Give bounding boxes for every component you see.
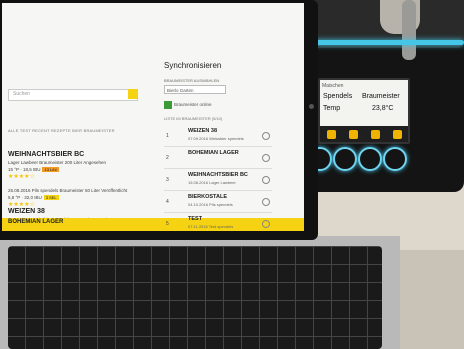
menu-icon[interactable] (392, 129, 402, 139)
row-meta: 04.10.2016 Pils spendels (188, 202, 233, 207)
list-item[interactable]: 25.08.2016 Pils spendels Braumeister 50 … (8, 186, 148, 208)
row-name: WEIZEN 38 (188, 128, 218, 134)
display-header: Maischen (322, 83, 344, 89)
row-number: 3 (166, 177, 169, 183)
display-icon-bar (320, 126, 408, 142)
list-item[interactable]: BOHEMIAN LAGER (8, 219, 148, 225)
sync-row[interactable]: 3 WEIHNACHTSBIER BC 15.08.2016 Lager Law… (164, 170, 272, 191)
delete-icon[interactable] (262, 132, 270, 140)
row-meta: 07.11.2016 Test spendels (188, 224, 234, 229)
recipe-stats: 5,8 °P · 32,0 IBU 3 SEL (8, 195, 59, 200)
settings-icon[interactable] (326, 129, 336, 139)
row-name: BIERKOSTALE (188, 194, 228, 200)
machine-button-2[interactable] (333, 147, 357, 171)
laptop-keyboard (8, 246, 382, 349)
row-name: BOHEMIAN LAGER (188, 150, 239, 156)
machine-light-ring (295, 40, 464, 45)
sync-title: Synchronisieren (164, 61, 222, 70)
status-badge: 3 SEL (43, 195, 59, 200)
recipe-title: WEIZEN 38 (8, 208, 45, 215)
recipe-title: BOHEMIAN LAGER (8, 219, 64, 225)
delete-icon[interactable] (262, 220, 270, 228)
online-checkbox[interactable] (164, 101, 172, 109)
sync-row[interactable]: 2 BOHEMIAN LAGER (164, 148, 272, 169)
search-icon[interactable] (128, 89, 138, 99)
delete-icon[interactable] (262, 154, 270, 162)
rating-stars: ★★★★☆ (8, 202, 35, 208)
sync-row[interactable]: 5 TEST 07.11.2016 Test spendels (164, 214, 272, 231)
filter-tabs[interactable]: ALLE TEST RECENT REZEPTE BIER BRAUMEISTE… (8, 128, 115, 133)
sync-row[interactable]: 4 BIERKOSTALE 04.10.2016 Pils spendels (164, 192, 272, 213)
row-number: 5 (166, 221, 169, 227)
tap-pipe (402, 0, 416, 60)
braumeister-select[interactable]: Bierlo Garten (164, 85, 226, 94)
delete-icon[interactable] (262, 176, 270, 184)
laptop-screen: Suchen ALLE TEST RECENT REZEPTE BIER BRA… (2, 3, 304, 231)
rating-stars: ★★★★☆ (8, 174, 35, 180)
row-meta: 07.09.2016 Weissbier spendels (188, 136, 244, 141)
row-number: 4 (166, 199, 169, 205)
recipe-meta: 25.08.2016 Pils spendels Braumeister 50 … (8, 188, 128, 193)
sync-field-label: BRAUMEISTER AUSWÄHLEN (164, 78, 220, 83)
play-icon[interactable] (370, 129, 380, 139)
search-input[interactable]: Suchen (8, 89, 138, 101)
sync-list-label: LISTE IM BRAUMEISTER (5/10) (164, 116, 223, 121)
machine-display: Maischen Spendels Braumeister Temp 23,8°… (318, 78, 410, 144)
recipe-title: WEIHNACHTSBIER BC (8, 151, 85, 158)
recipe-meta: Lager Lawbeer Braumeister 200 Liter Ange… (8, 160, 107, 165)
search-placeholder: Suchen (13, 91, 30, 97)
row-number: 2 (166, 155, 169, 161)
row-name: TEST (188, 216, 203, 222)
camera-icon (309, 104, 314, 109)
display-beer-type: Braumeister (362, 93, 400, 100)
machine-button-4[interactable] (383, 147, 407, 171)
hop-icon[interactable] (348, 129, 358, 139)
row-meta: 15.08.2016 Lager Lawbeer (188, 180, 236, 185)
display-beer-name: Spendels (323, 93, 353, 100)
display-temp-value: 23,8°C (372, 105, 394, 112)
display-temp-label: Temp (323, 105, 341, 112)
row-number: 1 (166, 133, 169, 139)
sync-row[interactable]: 1 WEIZEN 38 07.09.2016 Weissbier spendel… (164, 126, 272, 147)
machine-button-3[interactable] (358, 147, 382, 171)
row-name: WEIHNACHTSBIER BC (188, 172, 248, 178)
status-badge: 13 L/hl (42, 167, 59, 172)
list-item[interactable]: WEIHNACHTSBIER BC Lager Lawbeer Braumeis… (8, 151, 148, 180)
online-checkbox-label: Braumeister online (174, 102, 212, 107)
recipe-stats: 15 °P · 18,5 IBU 13 L/hl (8, 167, 59, 172)
delete-icon[interactable] (262, 198, 270, 206)
